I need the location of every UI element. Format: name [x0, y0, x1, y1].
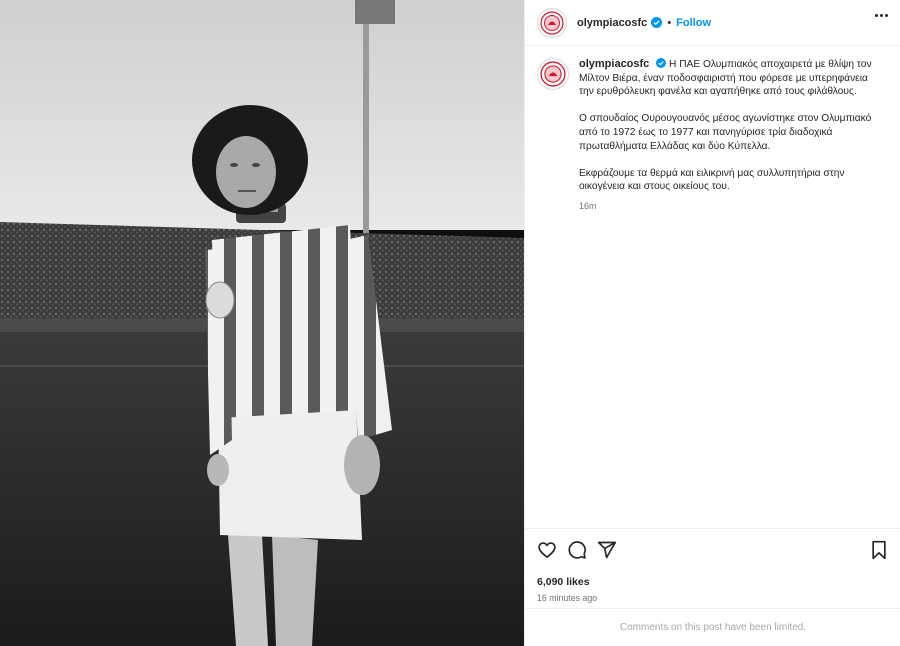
post-side-panel: olympiacosfc • Follow olympiacosfc Η ΠΑΕ… [524, 0, 900, 646]
bookmark-icon[interactable] [869, 540, 889, 560]
heart-icon[interactable] [537, 540, 557, 560]
caption-username[interactable]: olympiacosfc [579, 58, 649, 70]
comments-limited-notice: Comments on this post have been limited. [525, 608, 900, 646]
actions-section: 6,090 likes 16 minutes ago [525, 528, 900, 603]
post-timestamp[interactable]: 16 minutes ago [537, 593, 889, 603]
likes-count[interactable]: 6,090 likes [537, 576, 889, 588]
comment-icon[interactable] [567, 540, 587, 560]
caption-section: olympiacosfc Η ΠΑΕ Ολυμπιακός αποχαιρετά… [525, 46, 900, 528]
caption-text: olympiacosfc Η ΠΑΕ Ολυμπιακός αποχαιρετά… [579, 58, 879, 528]
post-header: olympiacosfc • Follow [525, 0, 900, 46]
more-options-icon[interactable] [875, 14, 888, 17]
caption-paragraph-2: Ο σπουδαίος Ουρουγουανός μέσος αγωνίστηκ… [579, 113, 872, 152]
caption-paragraph-1: olympiacosfc Η ΠΑΕ Ολυμπιακός αποχαιρετά… [579, 58, 879, 99]
player-photo-image [0, 0, 524, 646]
header-username[interactable]: olympiacosfc [577, 17, 647, 29]
caption-timestamp[interactable]: 16m [579, 200, 879, 214]
verified-badge-icon [656, 58, 667, 68]
separator-dot: • [667, 16, 672, 29]
caption-paragraph-3: Εκφράζουμε τα θερμά και ειλικρινή μας συ… [579, 167, 845, 193]
club-crest-icon [540, 10, 564, 35]
action-buttons [537, 539, 889, 561]
club-crest-icon [540, 61, 566, 87]
verified-badge-icon [651, 17, 663, 28]
follow-button[interactable]: Follow [676, 17, 711, 29]
post-photo[interactable] [0, 0, 524, 646]
profile-avatar[interactable] [537, 7, 567, 38]
caption-avatar[interactable] [537, 58, 569, 90]
send-icon[interactable] [597, 540, 617, 560]
